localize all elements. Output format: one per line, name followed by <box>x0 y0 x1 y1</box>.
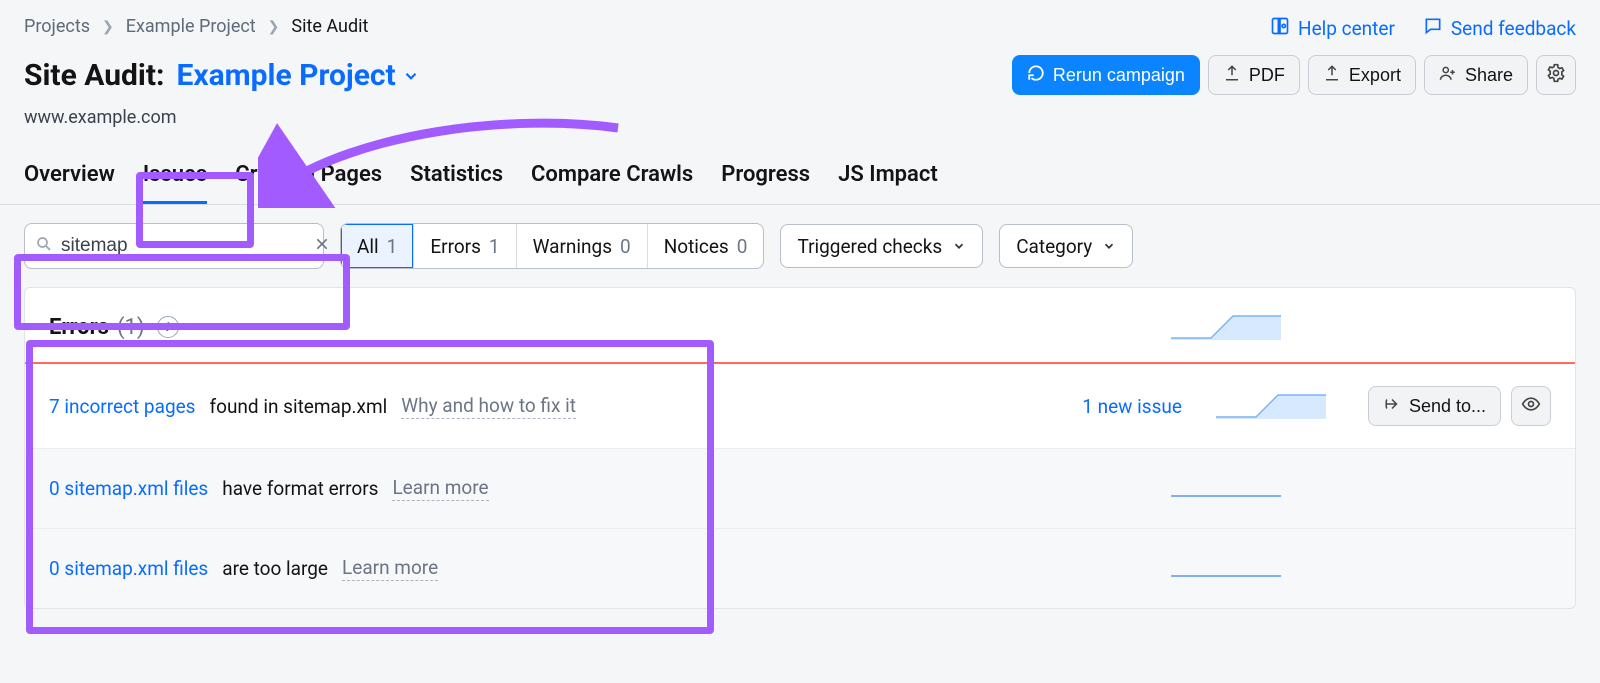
breadcrumb-example-project[interactable]: Example Project <box>126 16 256 37</box>
errors-panel: Errors (1) i 7 incorrect pages found in … <box>24 287 1576 609</box>
issue-link[interactable]: 0 sitemap.xml files <box>49 557 208 580</box>
issue-help-link[interactable]: Learn more <box>392 476 488 501</box>
chat-icon <box>1423 16 1443 41</box>
export-label: Export <box>1349 65 1401 86</box>
segment-all[interactable]: All 1 <box>341 224 414 268</box>
segment-warnings-count: 0 <box>620 235 631 258</box>
segment-warnings-label: Warnings <box>533 235 612 258</box>
issue-row: 7 incorrect pages found in sitemap.xml W… <box>25 364 1575 449</box>
domain-text: www.example.com <box>24 107 1576 128</box>
export-button[interactable]: Export <box>1308 55 1416 95</box>
sparkline-icon <box>1216 389 1326 424</box>
sparkline-icon <box>1171 310 1281 344</box>
add-user-icon <box>1439 64 1457 87</box>
tab-issues[interactable]: Issues <box>143 162 207 204</box>
book-icon <box>1270 16 1290 41</box>
issue-text: are too large <box>222 557 328 580</box>
issue-link[interactable]: 0 sitemap.xml files <box>49 477 208 500</box>
search-input[interactable] <box>61 235 306 257</box>
segment-all-count: 1 <box>387 235 398 258</box>
issue-type-segments: All 1 Errors 1 Warnings 0 Notices 0 <box>340 223 764 269</box>
send-to-button[interactable]: Send to... <box>1368 386 1501 426</box>
send-feedback-link[interactable]: Send feedback <box>1423 16 1576 41</box>
breadcrumb-projects[interactable]: Projects <box>24 16 90 37</box>
segment-errors-count: 1 <box>489 235 500 258</box>
issue-link[interactable]: 7 incorrect pages <box>49 395 196 418</box>
visibility-button[interactable] <box>1511 386 1551 426</box>
issue-text: have format errors <box>222 477 378 500</box>
category-dropdown[interactable]: Category <box>999 224 1133 268</box>
segment-notices-label: Notices <box>664 235 729 258</box>
errors-panel-count: (1) <box>117 315 145 340</box>
rerun-campaign-label: Rerun campaign <box>1053 65 1185 86</box>
issue-help-link[interactable]: Learn more <box>342 556 438 581</box>
triggered-checks-label: Triggered checks <box>797 235 942 258</box>
category-label: Category <box>1016 235 1092 258</box>
refresh-icon <box>1027 64 1045 87</box>
chevron-down-icon <box>1102 235 1116 258</box>
page-title-prefix: Site Audit: <box>24 58 164 93</box>
upload-icon <box>1223 64 1241 87</box>
sparkline-icon <box>1171 471 1281 506</box>
gear-icon <box>1546 63 1566 88</box>
segment-errors-label: Errors <box>430 235 481 258</box>
tab-progress[interactable]: Progress <box>721 162 810 204</box>
new-issue-link[interactable]: 1 new issue <box>1082 395 1182 418</box>
tab-statistics[interactable]: Statistics <box>410 162 503 204</box>
pdf-label: PDF <box>1249 65 1285 86</box>
issue-row: 0 sitemap.xml files are too large Learn … <box>25 529 1575 608</box>
page-title: Site Audit: Example Project <box>24 58 420 93</box>
issue-help-link[interactable]: Why and how to fix it <box>401 394 576 419</box>
tabs: Overview Issues Crawled Pages Statistics… <box>0 128 1600 205</box>
breadcrumb-site-audit: Site Audit <box>291 16 368 37</box>
tab-compare-crawls[interactable]: Compare Crawls <box>531 162 693 204</box>
help-center-label: Help center <box>1298 17 1395 40</box>
tab-overview[interactable]: Overview <box>24 162 115 204</box>
share-button[interactable]: Share <box>1424 55 1528 95</box>
send-to-label: Send to... <box>1409 396 1486 417</box>
rerun-campaign-button[interactable]: Rerun campaign <box>1012 55 1200 95</box>
help-center-link[interactable]: Help center <box>1270 16 1395 41</box>
issue-text: found in sitemap.xml <box>210 395 388 418</box>
settings-button[interactable] <box>1536 55 1576 95</box>
eye-icon <box>1521 394 1541 419</box>
clear-search-icon[interactable] <box>314 236 330 256</box>
issue-row: 0 sitemap.xml files have format errors L… <box>25 449 1575 529</box>
upload-icon <box>1323 64 1341 87</box>
search-icon <box>35 235 53 257</box>
share-label: Share <box>1465 65 1513 86</box>
search-input-wrap[interactable] <box>24 223 324 269</box>
segment-notices-count: 0 <box>737 235 748 258</box>
tab-js-impact[interactable]: JS Impact <box>838 162 938 204</box>
chevron-down-icon <box>952 235 966 258</box>
send-feedback-label: Send feedback <box>1451 17 1576 40</box>
segment-warnings[interactable]: Warnings 0 <box>517 224 648 268</box>
project-dropdown[interactable]: Example Project <box>176 58 419 93</box>
segment-errors[interactable]: Errors 1 <box>414 224 516 268</box>
tab-crawled-pages[interactable]: Crawled Pages <box>235 162 382 204</box>
segment-all-label: All <box>357 235 379 258</box>
chevron-right-icon: ❯ <box>102 19 114 35</box>
info-icon[interactable]: i <box>157 316 179 338</box>
errors-panel-title: Errors <box>49 315 109 340</box>
chevron-down-icon <box>402 58 420 93</box>
pdf-button[interactable]: PDF <box>1208 55 1300 95</box>
triggered-checks-dropdown[interactable]: Triggered checks <box>780 224 983 268</box>
chevron-right-icon: ❯ <box>268 19 280 35</box>
segment-notices[interactable]: Notices 0 <box>648 224 764 268</box>
sparkline-icon <box>1171 551 1281 586</box>
send-icon <box>1383 395 1401 418</box>
project-name: Example Project <box>176 58 395 93</box>
